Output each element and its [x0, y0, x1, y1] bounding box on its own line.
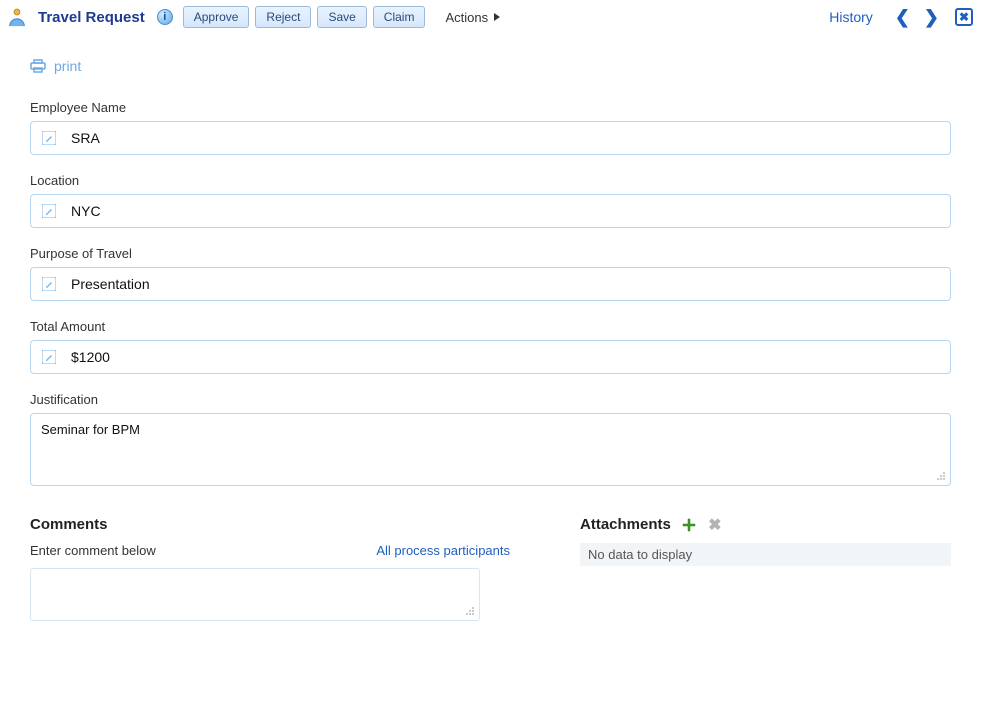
comment-hint: Enter comment below [30, 543, 156, 558]
info-icon[interactable]: i [157, 9, 173, 25]
actions-label: Actions [445, 10, 488, 25]
field-label: Purpose of Travel [30, 246, 951, 261]
print-link[interactable]: print [30, 58, 81, 74]
comments-section: Comments Enter comment below All process… [30, 516, 510, 621]
input-wrap [30, 121, 951, 155]
attachments-section: Attachments ✖ No data to display [580, 516, 951, 621]
attachments-heading: Attachments ✖ [580, 516, 951, 533]
field-purpose: Purpose of Travel [30, 246, 951, 301]
close-button[interactable]: ✖ [955, 8, 973, 26]
edit-icon[interactable] [41, 130, 57, 146]
purpose-input[interactable] [71, 268, 950, 300]
field-label: Total Amount [30, 319, 951, 334]
form-content: print Employee Name Location Purpose of … [0, 34, 981, 641]
input-wrap [30, 194, 951, 228]
comment-box [30, 568, 480, 621]
edit-icon[interactable] [41, 276, 57, 292]
field-label: Location [30, 173, 951, 188]
print-label: print [54, 58, 81, 74]
field-label: Employee Name [30, 100, 951, 115]
resize-grip-icon[interactable] [465, 606, 475, 616]
claim-button[interactable]: Claim [373, 6, 426, 28]
comment-textarea[interactable] [35, 573, 475, 613]
resize-grip-icon[interactable] [936, 471, 946, 481]
history-link[interactable]: History [829, 9, 873, 25]
attachments-empty: No data to display [580, 543, 951, 566]
justification-textarea[interactable] [39, 420, 944, 476]
field-label: Justification [30, 392, 951, 407]
remove-attachment-button[interactable]: ✖ [707, 517, 723, 533]
printer-icon [30, 59, 46, 73]
edit-icon[interactable] [41, 203, 57, 219]
field-total-amount: Total Amount [30, 319, 951, 374]
dropdown-arrow-icon [494, 13, 500, 21]
save-button[interactable]: Save [317, 6, 366, 28]
comments-heading: Comments [30, 516, 510, 533]
textarea-wrap [30, 413, 951, 486]
add-attachment-button[interactable] [681, 517, 697, 533]
attachments-heading-label: Attachments [580, 516, 671, 533]
participants-link[interactable]: All process participants [376, 543, 510, 558]
reject-button[interactable]: Reject [255, 6, 311, 28]
field-employee-name: Employee Name [30, 100, 951, 155]
comments-meta: Enter comment below All process particip… [30, 543, 510, 558]
approve-button[interactable]: Approve [183, 6, 250, 28]
input-wrap [30, 340, 951, 374]
edit-icon[interactable] [41, 349, 57, 365]
input-wrap [30, 267, 951, 301]
next-task-button[interactable]: ❯ [920, 7, 943, 28]
field-location: Location [30, 173, 951, 228]
task-toolbar: Travel Request i Approve Reject Save Cla… [0, 0, 981, 34]
field-justification: Justification [30, 392, 951, 486]
actions-dropdown[interactable]: Actions [445, 10, 500, 25]
prev-task-button[interactable]: ❮ [891, 7, 914, 28]
assignee-icon [6, 6, 28, 28]
lower-columns: Comments Enter comment below All process… [30, 516, 951, 621]
total-amount-input[interactable] [71, 341, 950, 373]
employee-name-input[interactable] [71, 122, 950, 154]
page-title: Travel Request [38, 9, 145, 26]
location-input[interactable] [71, 195, 950, 227]
